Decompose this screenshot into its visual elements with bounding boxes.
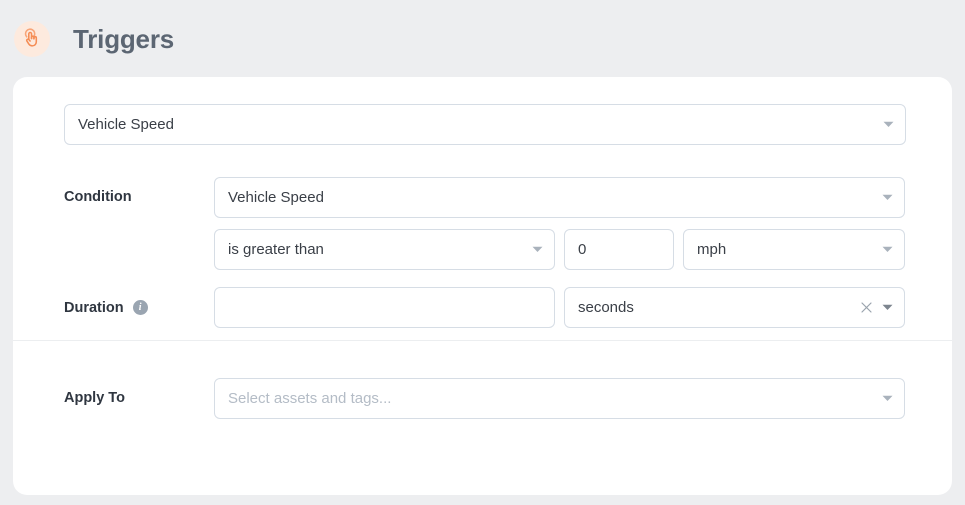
apply-to-select[interactable]: Select assets and tags... xyxy=(214,377,905,419)
duration-row: Duration i seconds xyxy=(13,275,952,340)
duration-unit-value: seconds xyxy=(578,300,634,315)
trigger-form-card: Vehicle Speed Condition Vehicle Speed is… xyxy=(13,77,952,495)
info-icon[interactable]: i xyxy=(132,300,148,315)
trigger-type-value: Vehicle Speed xyxy=(78,116,174,132)
page-header: Triggers xyxy=(0,0,965,77)
duration-amount-input[interactable] xyxy=(214,287,555,328)
duration-label: Duration i xyxy=(64,300,214,316)
page-title: Triggers xyxy=(73,23,174,54)
apply-to-label-text: Apply To xyxy=(64,390,125,406)
close-icon[interactable] xyxy=(859,301,873,315)
condition-label: Condition xyxy=(64,189,214,205)
condition-unit-select[interactable]: mph xyxy=(683,228,905,270)
apply-to-placeholder: Select assets and tags... xyxy=(228,390,392,406)
duration-label-text: Duration xyxy=(64,299,124,316)
condition-metric-select[interactable]: Vehicle Speed xyxy=(214,176,905,218)
trigger-type-select[interactable]: Vehicle Speed xyxy=(64,103,906,145)
chevron-down-icon[interactable] xyxy=(881,392,893,404)
condition-unit-value: mph xyxy=(697,241,727,257)
condition-row: Condition Vehicle Speed xyxy=(13,171,952,223)
duration-unit-select[interactable]: seconds xyxy=(564,287,905,328)
chevron-down-icon[interactable] xyxy=(881,243,893,255)
condition-threshold-input[interactable]: 0 xyxy=(564,228,674,270)
apply-to-label: Apply To xyxy=(64,390,214,406)
trigger-condition-section: Vehicle Speed Condition Vehicle Speed is… xyxy=(13,77,952,340)
tap-gesture-icon xyxy=(14,20,50,57)
apply-to-section: Apply To Select assets and tags... xyxy=(13,341,952,455)
chevron-down-icon[interactable] xyxy=(881,191,893,203)
condition-expression-row: is greater than 0 mph xyxy=(13,223,952,275)
trigger-type-row: Vehicle Speed xyxy=(13,77,952,171)
condition-operator-value: is greater than xyxy=(228,241,324,257)
apply-to-row: Apply To Select assets and tags... xyxy=(13,341,952,455)
condition-operator-select[interactable]: is greater than xyxy=(214,228,555,270)
chevron-down-icon[interactable] xyxy=(882,118,894,130)
chevron-down-icon[interactable] xyxy=(531,243,543,255)
chevron-down-icon[interactable] xyxy=(881,302,893,314)
condition-threshold-value: 0 xyxy=(578,241,587,257)
condition-metric-value: Vehicle Speed xyxy=(228,189,324,205)
condition-label-text: Condition xyxy=(64,189,132,205)
